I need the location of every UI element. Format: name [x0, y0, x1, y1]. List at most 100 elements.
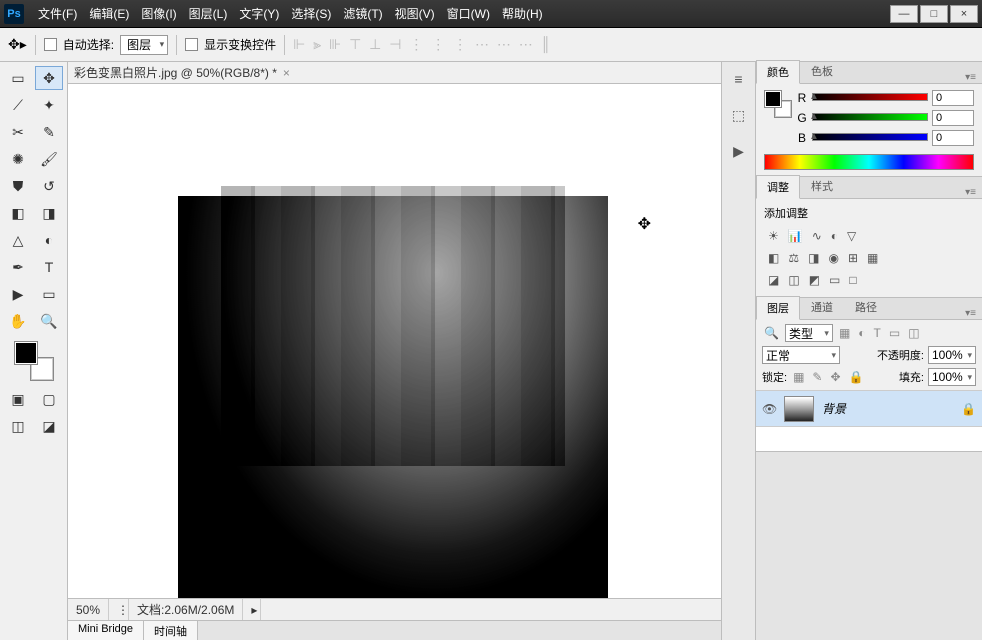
auto-select-target-dropdown[interactable]: 图层 [120, 35, 168, 55]
document-tab[interactable]: 彩色变黑白照片.jpg @ 50%(RGB/8*) * × [68, 62, 721, 84]
menu-view[interactable]: 视图(V) [389, 1, 441, 26]
brightness-icon[interactable]: ☀ [768, 229, 779, 243]
filter-kind-dropdown[interactable]: 类型 [785, 324, 833, 342]
history-brush-tool[interactable]: ↺ [35, 174, 63, 198]
brush-tool[interactable]: 🖌 [35, 147, 63, 171]
eraser-tool[interactable]: ◧ [4, 201, 32, 225]
invert-icon[interactable]: ◪ [768, 273, 779, 287]
status-arrow-icon[interactable]: ▸ [243, 599, 261, 620]
threshold-icon[interactable]: ◩ [809, 273, 820, 287]
healing-tool[interactable]: ✺ [4, 147, 32, 171]
zoom-tool[interactable]: 🔍 [35, 309, 63, 333]
stamp-tool[interactable]: ⛊ [4, 174, 32, 198]
gradient-map-icon[interactable]: ▭ [829, 273, 840, 287]
r-value[interactable]: 0 [932, 90, 974, 106]
vibrance-icon[interactable]: ▽ [847, 229, 856, 243]
canvas[interactable]: ✥ [68, 84, 721, 598]
minimize-button[interactable]: — [890, 5, 918, 23]
quick-select-tool[interactable]: ✦ [35, 93, 63, 117]
zoom-level[interactable]: 50% [68, 599, 109, 620]
tab-channels[interactable]: 通道 [800, 295, 844, 319]
layer-name[interactable]: 背景 [822, 400, 846, 417]
b-value[interactable]: 0 [932, 130, 974, 146]
tab-layers[interactable]: 图层 [756, 296, 800, 320]
menu-filter[interactable]: 滤镜(T) [337, 1, 388, 26]
gradient-tool[interactable]: ◨ [35, 201, 63, 225]
eyedropper-tool[interactable]: ✎ [35, 120, 63, 144]
play-icon[interactable]: ▶ [728, 140, 750, 162]
color-panel-menu-icon[interactable]: ▾≡ [959, 72, 982, 83]
tab-adjustments[interactable]: 调整 [756, 175, 800, 199]
path-select-tool[interactable]: ▶ [4, 282, 32, 306]
color-balance-icon[interactable]: ⚖ [788, 251, 799, 265]
filter-smart-icon[interactable]: ◫ [906, 326, 921, 340]
filter-shape-icon[interactable]: ▭ [887, 326, 902, 340]
lock-all-icon[interactable]: 🔒 [847, 370, 866, 384]
status-handle-icon[interactable]: ⋮ [109, 599, 129, 620]
b-slider[interactable]: ▲ [812, 133, 928, 143]
selective-color-icon[interactable]: □ [849, 273, 856, 287]
lock-position-icon[interactable]: ✎ [810, 370, 824, 384]
hand-tool[interactable]: ✋ [4, 309, 32, 333]
panel-foreground-swatch[interactable] [764, 90, 782, 108]
shape-tool[interactable]: ▭ [35, 282, 63, 306]
extras-toggle[interactable]: ◫ [4, 414, 32, 438]
marquee-tool[interactable]: ▭ [4, 66, 32, 90]
channel-mixer-icon[interactable]: ⊞ [848, 251, 858, 265]
document-tab-close[interactable]: × [283, 66, 290, 80]
lock-pixels-icon[interactable]: ▦ [791, 370, 806, 384]
auto-select-checkbox[interactable] [44, 38, 57, 51]
levels-icon[interactable]: 📊 [788, 229, 803, 243]
layer-row-background[interactable]: 👁 背景 🔒 [756, 391, 982, 427]
menu-type[interactable]: 文字(Y) [233, 1, 285, 26]
menu-image[interactable]: 图像(I) [135, 1, 182, 26]
posterize-icon[interactable]: ◫ [788, 273, 799, 287]
blend-mode-dropdown[interactable]: 正常 [762, 346, 840, 364]
move-tool-icon[interactable]: ✥▸ [8, 36, 27, 53]
maximize-button[interactable]: □ [920, 5, 948, 23]
menu-window[interactable]: 窗口(W) [441, 1, 496, 26]
color-swatches[interactable] [14, 341, 54, 381]
tab-swatches[interactable]: 色板 [800, 59, 844, 83]
move-tool[interactable]: ✥ [35, 66, 63, 90]
close-button[interactable]: × [950, 5, 978, 23]
properties-panel-icon[interactable]: ⬚ [728, 104, 750, 126]
spectrum-bar[interactable] [764, 154, 974, 170]
g-value[interactable]: 0 [932, 110, 974, 126]
visibility-icon[interactable]: 👁 [762, 402, 776, 416]
lock-move-icon[interactable]: ✥ [828, 370, 842, 384]
blur-tool[interactable]: △ [4, 228, 32, 252]
fill-field[interactable]: 100% [928, 368, 976, 386]
tab-color[interactable]: 颜色 [756, 60, 800, 84]
lasso-tool[interactable]: ⟋ [4, 93, 32, 117]
filter-kind-icon[interactable]: 🔍 [762, 326, 781, 340]
filter-pixel-icon[interactable]: ▦ [837, 326, 852, 340]
photo-filter-icon[interactable]: ◉ [828, 251, 838, 265]
extras-toggle-2[interactable]: ◪ [35, 414, 63, 438]
hue-sat-icon[interactable]: ◧ [768, 251, 779, 265]
menu-edit[interactable]: 编辑(E) [83, 1, 135, 26]
menu-layer[interactable]: 图层(L) [183, 1, 234, 26]
layer-thumbnail[interactable] [784, 396, 814, 422]
screen-mode-toggle[interactable]: ▢ [35, 387, 63, 411]
pen-tool[interactable]: ✒ [4, 255, 32, 279]
opacity-field[interactable]: 100% [928, 346, 976, 364]
history-panel-icon[interactable]: ≡ [728, 68, 750, 90]
type-tool[interactable]: T [35, 255, 63, 279]
show-transform-checkbox[interactable] [185, 38, 198, 51]
r-slider[interactable]: ▲ [812, 93, 928, 103]
tab-styles[interactable]: 样式 [800, 174, 844, 198]
bw-icon[interactable]: ◨ [808, 251, 819, 265]
quickmask-toggle[interactable]: ▣ [4, 387, 32, 411]
tab-paths[interactable]: 路径 [844, 295, 888, 319]
tab-timeline[interactable]: 时间轴 [144, 621, 198, 640]
filter-type-icon[interactable]: T [872, 326, 883, 340]
crop-tool[interactable]: ✂ [4, 120, 32, 144]
menu-select[interactable]: 选择(S) [285, 1, 337, 26]
tab-mini-bridge[interactable]: Mini Bridge [68, 621, 144, 640]
exposure-icon[interactable]: ◐ [831, 229, 838, 243]
dodge-tool[interactable]: ◐ [35, 228, 63, 252]
menu-file[interactable]: 文件(F) [32, 1, 83, 26]
adjust-panel-menu-icon[interactable]: ▾≡ [959, 187, 982, 198]
g-slider[interactable]: ▲ [812, 113, 928, 123]
